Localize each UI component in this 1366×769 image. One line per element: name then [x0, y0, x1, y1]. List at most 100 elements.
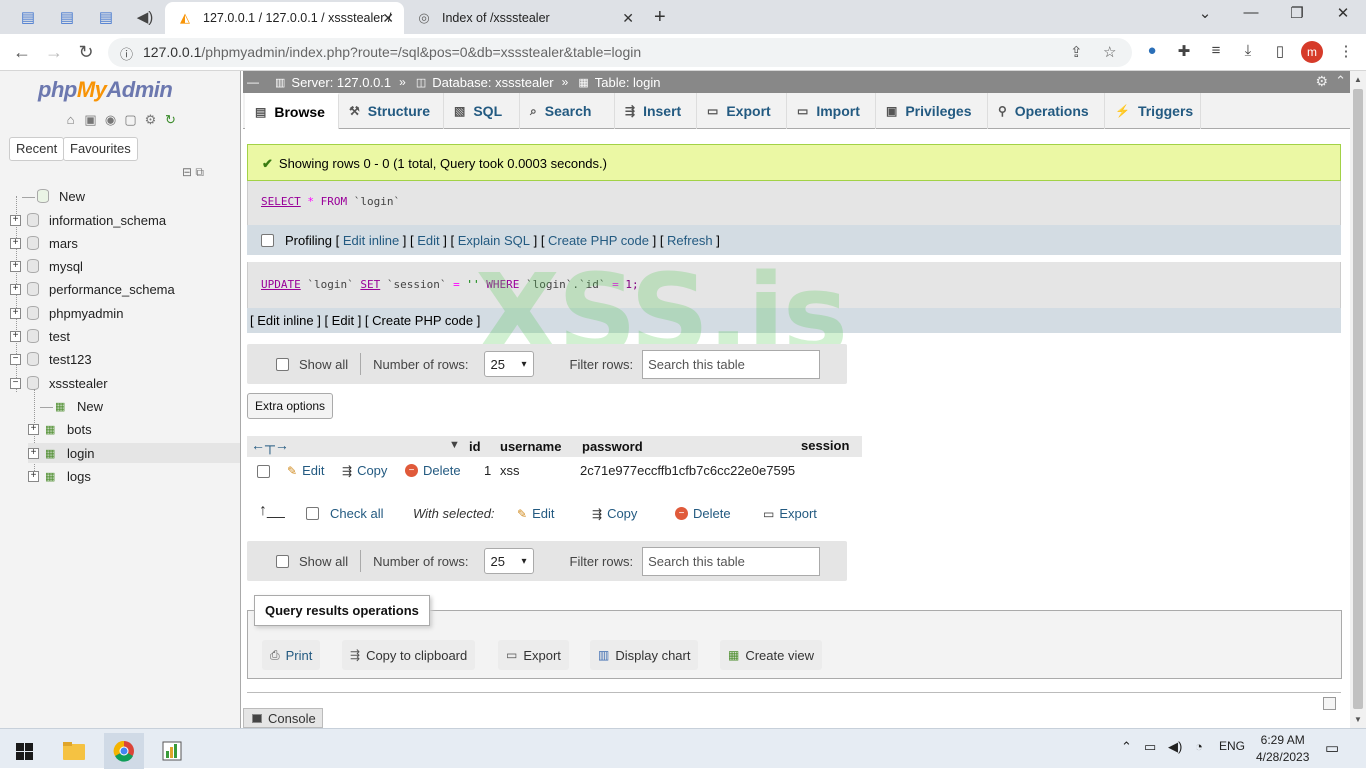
cell-password[interactable]: 2c71e977eccffb1cfb7c6cc22e0e7595 [580, 463, 795, 478]
address-bar[interactable]: ⓘ 127.0.0.1/phpmyadmin/index.php?route=/… [108, 38, 1132, 67]
filter-search-input[interactable]: Search this table [642, 546, 821, 576]
docs-pinned-tab-icon[interactable]: ▤ [16, 6, 40, 28]
share-icon[interactable]: ⇪ [1070, 43, 1083, 61]
check-all-checkbox[interactable] [306, 507, 319, 520]
tree-table-login[interactable]: + ▦ login [28, 443, 240, 463]
extension-globe-icon[interactable]: ● [1141, 42, 1163, 59]
profile-avatar[interactable]: m [1301, 41, 1323, 63]
console-options-icon[interactable] [1323, 697, 1336, 710]
column-header-id[interactable]: id [469, 439, 481, 454]
tree-db-information-schema[interactable]: + information_schema [10, 210, 166, 230]
collapse-top-icon[interactable]: ⌃ [1335, 73, 1346, 89]
query-window-icon[interactable]: ◉ [102, 111, 119, 128]
breadcrumb-database[interactable]: ◫ Database: xssstealer [416, 75, 554, 90]
minimize-button[interactable]: — [1239, 4, 1263, 21]
export-button[interactable]: ▭ Export [498, 640, 569, 670]
column-header-session[interactable]: session [801, 438, 849, 453]
tab-browse[interactable]: ▤ Browse [245, 93, 339, 129]
clock[interactable]: 6:29 AM 4/28/2023 [1256, 732, 1309, 766]
notifications-icon[interactable]: ▭ [1325, 739, 1339, 757]
back-button[interactable]: ← [11, 42, 33, 63]
rows-select[interactable]: 25 ▾ [483, 351, 534, 377]
refresh-link[interactable]: Refresh [667, 233, 713, 248]
filter-search-input[interactable]: Search this table [642, 349, 821, 379]
tree-item-new-table[interactable]: — ▦ New [40, 396, 103, 416]
tab-search[interactable]: ⌕ Search [520, 93, 615, 129]
page-scrollbar[interactable]: ▲ ▼ [1350, 71, 1366, 728]
restore-button[interactable]: ❐ [1285, 4, 1309, 22]
collapse-left-icon[interactable]: — [247, 75, 259, 89]
extensions-puzzle-icon[interactable]: ✚ [1173, 42, 1195, 60]
selected-delete-button[interactable]: − Delete [675, 506, 731, 521]
cell-username[interactable]: xss [500, 463, 520, 478]
row-delete-link[interactable]: − Delete [405, 463, 461, 478]
file-explorer-icon[interactable] [54, 733, 94, 769]
browser-tab-index[interactable]: ◎ Index of /xssstealer ✕ [404, 2, 644, 34]
tree-db-mysql[interactable]: + mysql [10, 256, 83, 276]
tree-table-logs[interactable]: + ▦ logs [28, 466, 91, 486]
language-indicator[interactable]: ENG [1219, 739, 1245, 753]
logout-icon[interactable]: ▣ [82, 111, 99, 128]
create-php-link[interactable]: Create PHP code [548, 233, 649, 248]
volume-icon[interactable]: ◀) [1168, 739, 1182, 755]
chart-app-icon[interactable] [152, 733, 192, 769]
downloads-icon[interactable]: ⤓ [1237, 42, 1259, 59]
row-copy-link[interactable]: ⇶ Copy [342, 463, 387, 478]
edit-link[interactable]: Edit [417, 233, 439, 248]
column-header-username[interactable]: username [500, 439, 561, 454]
chrome-icon[interactable] [104, 733, 144, 769]
tree-item-new[interactable]: — New [22, 186, 85, 206]
close-window-button[interactable]: ✕ [1331, 4, 1355, 22]
tree-db-test[interactable]: + test [10, 326, 70, 346]
check-all-label[interactable]: Check all [330, 506, 383, 521]
row-checkbox[interactable] [257, 465, 270, 478]
browser-menu-icon[interactable]: ⋮ [1335, 42, 1357, 60]
tab-export[interactable]: ▭ Export [697, 93, 787, 129]
side-panel-icon[interactable]: ▯ [1269, 42, 1291, 60]
breadcrumb-server[interactable]: ▥ Server: 127.0.0.1 [275, 75, 391, 90]
close-tab-icon[interactable]: ✕ [382, 10, 394, 27]
row-edit-link[interactable]: ✎ Edit [287, 463, 324, 478]
docs-icon[interactable]: ▢ [122, 111, 139, 128]
tab-structure[interactable]: ⚒ Structure [339, 93, 444, 129]
tab-operations[interactable]: ⚲ Operations [988, 93, 1105, 129]
console-toggle[interactable]: Console [243, 708, 323, 728]
network-icon[interactable]: ◔ [1195, 739, 1203, 754]
audio-pinned-tab-icon[interactable]: ◀) [133, 6, 157, 28]
column-header-password[interactable]: password [582, 439, 643, 454]
edit-link[interactable]: Edit [332, 313, 354, 328]
reload-button[interactable]: ↻ [75, 42, 97, 63]
tree-db-phpmyadmin[interactable]: + phpmyadmin [10, 303, 123, 323]
display-chart-button[interactable]: ▥ Display chart [590, 640, 699, 670]
column-resize-arrows-icon[interactable]: ←┬→ [251, 437, 289, 453]
edit-inline-link[interactable]: Edit inline [257, 313, 313, 328]
show-all-checkbox[interactable] [276, 554, 289, 568]
settings-gear-icon[interactable]: ⚙ [1315, 73, 1328, 90]
tree-db-mars[interactable]: + mars [10, 233, 78, 253]
selected-edit-button[interactable]: ✎ Edit [517, 506, 554, 521]
start-button[interactable] [4, 733, 44, 769]
media-control-icon[interactable]: ≡ [1205, 42, 1227, 59]
create-view-button[interactable]: ▦ Create view [720, 640, 822, 670]
explain-sql-link[interactable]: Explain SQL [458, 233, 530, 248]
phpmyadmin-logo[interactable]: phpMyAdmin [38, 77, 173, 103]
edit-inline-link[interactable]: Edit inline [343, 233, 399, 248]
collapse-all-icon[interactable]: ⊟ ⧉ [182, 165, 204, 180]
tab-triggers[interactable]: ⚡ Triggers [1105, 93, 1201, 129]
recent-button[interactable]: Recent [9, 137, 65, 161]
tree-db-test123[interactable]: − test123 [10, 349, 92, 369]
new-tab-button[interactable]: + [654, 6, 666, 29]
settings-gear-icon[interactable]: ⚙ [142, 111, 159, 128]
favourites-button[interactable]: Favourites [63, 137, 138, 161]
rows-select[interactable]: 25 ▾ [483, 548, 534, 574]
copy-to-clipboard-button[interactable]: ⇶ Copy to clipboard [342, 640, 476, 670]
tab-search-icon[interactable]: ⌄ [1193, 4, 1217, 22]
tree-db-xssstealer[interactable]: − xssstealer [10, 373, 108, 393]
tray-chevron-up-icon[interactable]: ⌃ [1121, 739, 1132, 755]
info-icon[interactable]: ⓘ [120, 44, 133, 63]
docs-pinned-tab-icon[interactable]: ▤ [55, 6, 79, 28]
close-tab-icon[interactable]: ✕ [622, 10, 634, 27]
home-icon[interactable]: ⌂ [62, 111, 79, 128]
extra-options-button[interactable]: Extra options [247, 393, 334, 419]
tab-insert[interactable]: ⇶ Insert [615, 93, 697, 129]
